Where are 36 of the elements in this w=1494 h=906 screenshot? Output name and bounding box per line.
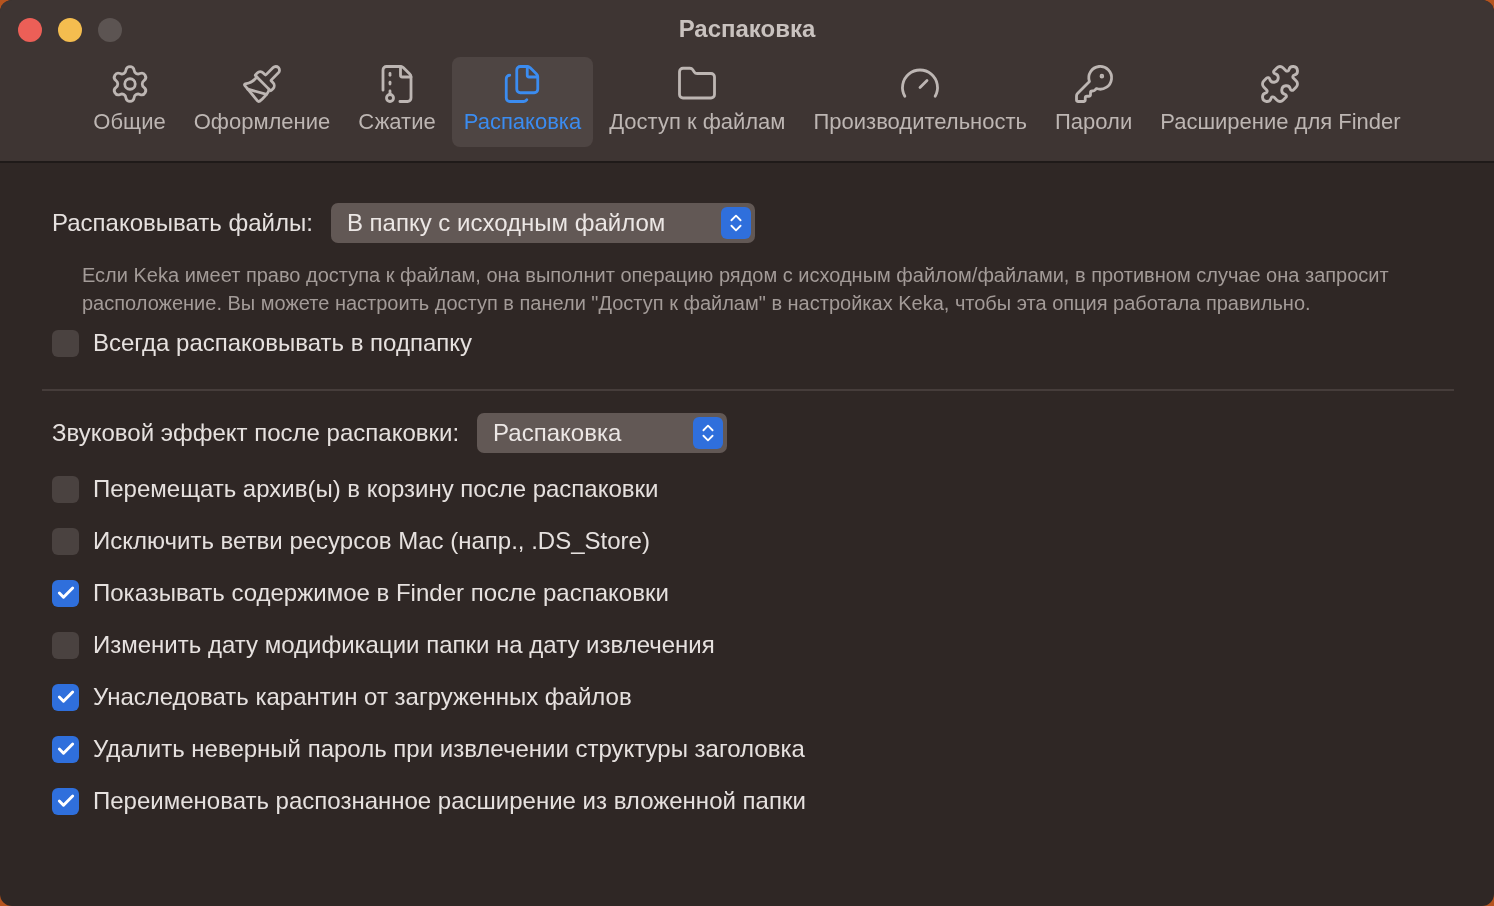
toolbar-tab[interactable]: Производительность	[801, 57, 1040, 147]
toolbar-icon	[1259, 63, 1302, 105]
toolbar-icon	[241, 63, 283, 105]
checkbox-label: Исключить ветви ресурсов Mac (напр., .DS_Store)	[93, 527, 650, 555]
checkbox[interactable]	[52, 787, 79, 815]
checkbox-label: Изменить дату модификации папки на дату извлечения	[93, 631, 715, 659]
toolbar-tab[interactable]: Сжатие	[346, 57, 448, 147]
checkbox-label: Унаследовать карантин от загруженных файлов	[93, 683, 632, 711]
field-label: Распаковывать файлы:	[52, 209, 313, 237]
description-text: Если Keka имеет право доступа к файлам, она выполнит операцию рядом с исходным файлом/файлами, в противном случае она запросит расположение. Вы можете настроить доступ в панели "Доступ к файлам" в настройках Keka, чтобы эта опция работала правильно.	[82, 263, 1390, 316]
toolbar-tab[interactable]: Расширение для Finder	[1148, 57, 1413, 147]
toolbar-icon	[1072, 63, 1115, 105]
field-label: Звуковой эффект после распаковки:	[52, 419, 460, 447]
stepper-icon	[720, 207, 751, 239]
checkbox-label: Перемещать архив(ы) в корзину после распаковки	[93, 475, 659, 503]
destination-popup[interactable]: В папку с исходным файлом	[330, 203, 755, 243]
toolbar-tab[interactable]: Общие	[81, 57, 178, 147]
checkbox[interactable]	[52, 579, 79, 607]
toolbar-tab[interactable]: Пароли	[1043, 57, 1145, 147]
checkbox[interactable]	[52, 735, 79, 763]
checkbox[interactable]	[52, 683, 79, 711]
checkbox[interactable]	[52, 329, 79, 357]
sound-popup[interactable]: Распаковка	[477, 413, 728, 453]
checkbox-label: Всегда распаковывать в подпапку	[93, 329, 473, 357]
toolbar-tab[interactable]: Доступ к файлам	[597, 57, 798, 147]
stepper-icon	[693, 417, 724, 449]
checkbox[interactable]	[52, 475, 79, 503]
close-button[interactable]	[18, 18, 42, 42]
checkbox-label: Удалить неверный пароль при извлечении структуры заголовка	[93, 735, 805, 763]
checkbox[interactable]	[52, 527, 79, 555]
window-title: Распаковка	[678, 15, 816, 43]
checkbox[interactable]	[52, 631, 79, 659]
toolbar-tab[interactable]: Оформление	[181, 57, 343, 147]
checkbox-label: Переименовать распознанное расширение из вложенной папки	[93, 787, 806, 815]
checkbox-label: Показывать содержимое в Finder после распаковки	[93, 579, 669, 607]
minimize-button[interactable]	[58, 18, 82, 42]
